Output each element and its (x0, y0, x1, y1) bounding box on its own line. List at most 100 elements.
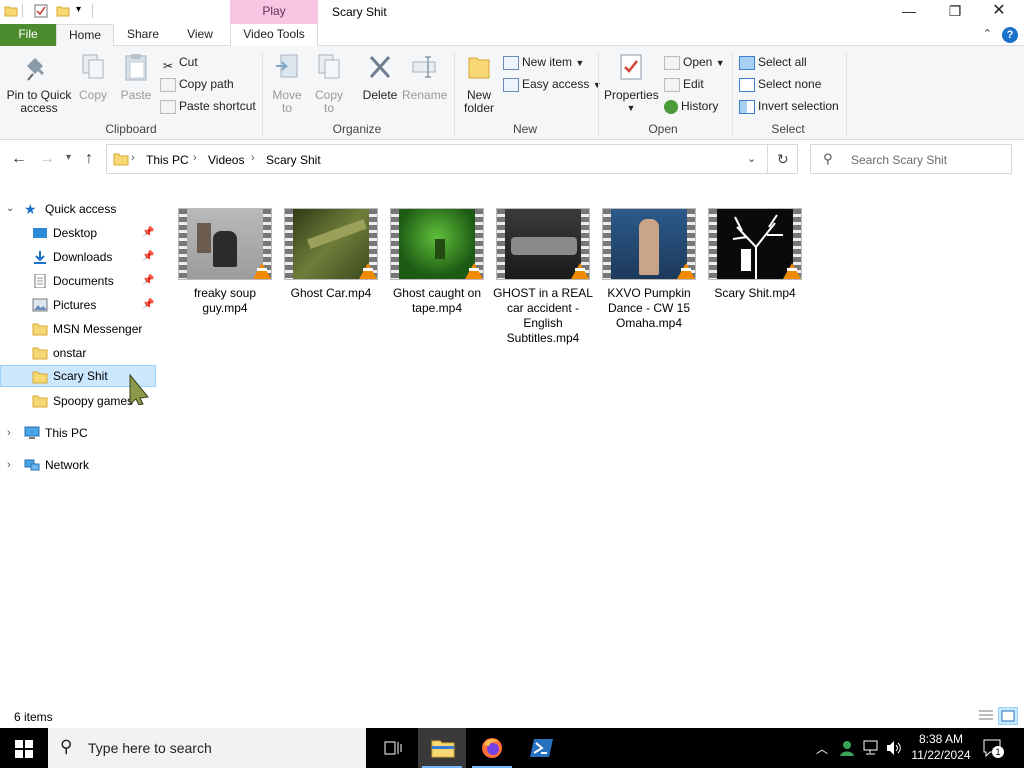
forward-arrow-icon[interactable]: → (39, 150, 55, 168)
new-item-button[interactable]: New item ▼ (503, 52, 584, 72)
back-arrow-icon[interactable]: ← (11, 150, 27, 168)
copy-path-button[interactable]: Copy path (160, 74, 234, 94)
nav-item-pictures[interactable]: Pictures 📌 (0, 294, 156, 316)
collapse-ribbon-icon[interactable]: ⌃ (983, 27, 992, 40)
edit-button[interactable]: Edit (664, 74, 704, 94)
copy-path-label: Copy path (179, 77, 234, 91)
vlc-icon (677, 263, 695, 279)
show-hidden-icons-icon[interactable]: ︿ (816, 740, 828, 757)
powershell-taskbar-button[interactable] (518, 728, 566, 768)
customize-qat-icon[interactable]: ▾ (76, 4, 81, 15)
nav-item-onstar[interactable]: onstar (0, 342, 156, 364)
expand-chevron-icon[interactable]: › (7, 422, 11, 444)
tab-view[interactable]: View (172, 24, 228, 46)
refresh-icon[interactable]: ↻ (777, 151, 789, 168)
open-button[interactable]: Open ▼ (664, 52, 725, 72)
video-thumbnail (602, 208, 696, 280)
network-tray-icon[interactable] (862, 740, 880, 756)
properties-qat-icon[interactable] (34, 4, 48, 18)
nav-item-label: Documents (53, 274, 114, 288)
organize-group-label: Organize (332, 122, 382, 136)
address-dropdown-icon[interactable]: ⌄ (747, 152, 756, 165)
file-explorer-taskbar-button[interactable] (418, 728, 466, 768)
large-icons-view-icon[interactable] (998, 707, 1018, 725)
pin-label: Pin to Quick access (6, 88, 72, 115)
copy-to-icon (318, 54, 340, 79)
breadcrumb-scary-shit[interactable]: Scary Shit (266, 153, 321, 167)
pin-to-quick-access-button[interactable]: Pin to Quick access (4, 52, 74, 115)
recent-locations-icon[interactable]: ▾ (66, 152, 71, 163)
invert-selection-button[interactable]: Invert selection (739, 96, 839, 116)
nav-item-label: Pictures (53, 298, 97, 312)
nav-item-desktop[interactable]: Desktop 📌 (0, 222, 156, 244)
nav-item-label: Spoopy games (53, 394, 134, 408)
edit-icon (664, 77, 680, 92)
breadcrumb-videos[interactable]: Videos (208, 153, 244, 167)
delete-button[interactable]: Delete (358, 52, 402, 102)
ribbon: Pin to Quick access Copy Paste ✂ Cut Copy… (0, 46, 1024, 140)
file-item[interactable]: freaky soup guy.mp4 (175, 208, 275, 316)
nav-network[interactable]: › Network (0, 454, 156, 476)
copy-button[interactable]: Copy (76, 52, 110, 102)
paste-shortcut-button[interactable]: Paste shortcut (160, 96, 256, 116)
new-folder-button[interactable]: New folder (460, 52, 498, 115)
close-button[interactable]: ✕ (976, 0, 1022, 24)
search-box[interactable]: ⚲ Search Scary Shit (810, 144, 1012, 174)
address-divider (767, 145, 768, 173)
firefox-icon (482, 738, 502, 758)
firefox-taskbar-button[interactable] (468, 728, 516, 768)
select-all-button[interactable]: Select all (739, 52, 807, 72)
address-bar[interactable]: › This PC › Videos › Scary Shit ⌄ ↻ (106, 144, 798, 174)
task-view-button[interactable] (368, 728, 416, 768)
tab-share[interactable]: Share (114, 24, 172, 46)
tab-file[interactable]: File (0, 24, 56, 46)
ribbon-separator (454, 52, 455, 136)
file-item[interactable]: GHOST in a REAL car accident - English S… (493, 208, 593, 346)
up-arrow-icon[interactable]: ↑ (85, 150, 93, 168)
clock-time: 8:38 AM (918, 732, 964, 746)
nav-item-msn-messenger[interactable]: MSN Messenger (0, 318, 156, 340)
new-folder-label: New folder (463, 88, 495, 115)
network-icon (24, 459, 40, 471)
nav-quick-access[interactable]: ⌄ ★ Quick access (0, 198, 156, 220)
details-view-icon[interactable] (976, 707, 996, 725)
nav-this-pc[interactable]: › This PC (0, 422, 156, 444)
user-tray-icon[interactable] (838, 739, 856, 757)
paste-button[interactable]: Paste (118, 52, 154, 102)
breadcrumb-this-pc[interactable]: This PC (146, 153, 189, 167)
file-item[interactable]: KXVO Pumpkin Dance - CW 15 Omaha.mp4 (599, 208, 699, 331)
pin-icon: 📌 (142, 275, 155, 286)
tab-home[interactable]: Home (56, 24, 114, 47)
properties-button[interactable]: Properties ▼ (604, 52, 659, 115)
video-thumbnail (496, 208, 590, 280)
file-item[interactable]: Ghost caught on tape.mp4 (387, 208, 487, 316)
rename-button[interactable]: Rename (402, 52, 447, 102)
breadcrumb-separator-icon: › (193, 152, 197, 164)
move-to-button[interactable]: Move to (268, 52, 306, 115)
file-item[interactable]: Ghost Car.mp4 (281, 208, 381, 301)
folder-icon (32, 371, 48, 384)
file-item[interactable]: Scary Shit.mp4 (705, 208, 805, 301)
video-frame (187, 209, 263, 279)
help-icon[interactable]: ? (1002, 27, 1018, 43)
maximize-button[interactable]: ❐ (932, 0, 978, 24)
open-icon (664, 55, 680, 70)
expand-chevron-icon[interactable]: › (7, 454, 11, 476)
windows-start-icon[interactable] (15, 740, 33, 758)
nav-this-pc-label: This PC (45, 426, 88, 440)
taskbar-clock[interactable]: 8:38 AM 11/22/2024 (908, 731, 974, 763)
new-folder-qat-icon[interactable] (56, 4, 70, 18)
copy-to-button[interactable]: Copy to (310, 52, 348, 115)
easy-access-button[interactable]: Easy access ▼ (503, 74, 602, 94)
cut-button[interactable]: ✂ Cut (160, 52, 198, 73)
expand-chevron-icon[interactable]: ⌄ (6, 198, 14, 220)
taskbar-search-box[interactable]: ⚲ Type here to search (48, 728, 366, 768)
minimize-button[interactable]: — (886, 0, 932, 24)
nav-item-documents[interactable]: Documents 📌 (0, 270, 156, 292)
history-button[interactable]: History (664, 96, 718, 116)
nav-item-downloads[interactable]: Downloads 📌 (0, 246, 156, 268)
volume-tray-icon[interactable] (885, 740, 903, 756)
notification-center-button[interactable]: 1 (982, 738, 1004, 758)
select-none-button[interactable]: Select none (739, 74, 821, 94)
tab-video-tools[interactable]: Video Tools (230, 24, 318, 46)
